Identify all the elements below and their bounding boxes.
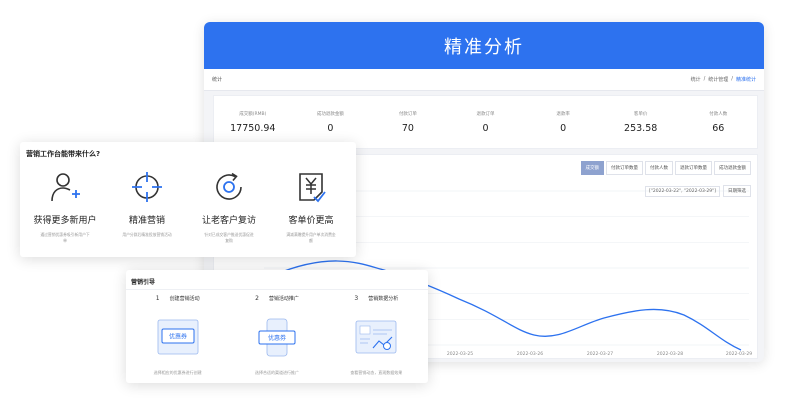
- screenshot-stage: 精准分析 统计 统计 / 统计管理 / 精准统计 成交额(RMB) 17750.…: [0, 0, 788, 407]
- tab-paid-users[interactable]: 付款人数: [645, 161, 673, 175]
- step-desc: 选择合适的渠道进行推广: [254, 370, 299, 375]
- page-title: 精准分析: [204, 22, 764, 69]
- x-tick-label: 2022-03-27: [587, 351, 613, 357]
- breadcrumb: 统计 / 统计管理 / 精准统计: [691, 76, 756, 83]
- breadcrumb-current: 精准统计: [735, 77, 756, 83]
- stat-value: 0: [327, 122, 334, 134]
- step-title[interactable]: 营销活动推广: [269, 295, 299, 302]
- stat-label: 付款人数: [709, 111, 728, 117]
- benefit-order-value: 客单价更高 满减满赠提升用户单次消费金额: [270, 170, 352, 244]
- stats-summary: 成交额(RMB) 17750.94 成功退款金额 0 付款订单 70 退款订单 …: [213, 95, 758, 149]
- benefit-title: 客单价更高: [288, 216, 334, 226]
- step-number: 1: [155, 295, 160, 302]
- stat-label: 客单价: [633, 111, 648, 117]
- metric-tabs: 成交额 付款订单数量 付款人数 退款订单数量 成功退款金额: [580, 161, 751, 175]
- step-header: 3 营销数据分析: [354, 295, 398, 302]
- benefit-title: 获得更多新用户: [33, 216, 97, 226]
- stat-label: 退款率: [556, 111, 570, 117]
- benefits-title: 营销工作台能带来什么?: [26, 150, 101, 158]
- benefit-desc: 满减满赠提升用户单次消费金额: [286, 232, 336, 243]
- step-header: 2 营销活动推广: [255, 295, 299, 302]
- repurchase-icon: [216, 172, 242, 200]
- benefit-desc: 针对已成交客户推送优惠促进复购: [204, 232, 254, 243]
- stat-value: 0: [560, 122, 567, 134]
- benefits-list: 获得更多新用户 通过营销优惠券吸引新用户下单 精准营销 用户分群后精准投放营销活…: [24, 170, 352, 244]
- stat-avg-order: 客单价 253.58: [602, 96, 680, 148]
- guide-step-analyze: 3 营销数据分析 查看营销动态，直观数据效果: [327, 295, 426, 376]
- tab-paid-orders[interactable]: 付款订单数量: [606, 161, 643, 175]
- step-title[interactable]: 创建营销活动: [170, 295, 200, 302]
- guide-title: 营销引导: [131, 279, 156, 286]
- benefits-card: 营销工作台能带来什么? 获得更多新用户 通过营销优惠券吸引新用户下单 精准营销 …: [20, 142, 356, 257]
- add-user-icon: [51, 173, 80, 202]
- step-header: 1 创建营销活动: [156, 295, 200, 302]
- breadcrumb-item[interactable]: 统计: [691, 76, 701, 83]
- divider: [126, 289, 428, 290]
- coupon-illustration: 优惠券: [157, 319, 199, 355]
- stat-value: 253.58: [624, 122, 658, 134]
- stat-refund-orders: 退款订单 0: [447, 96, 525, 148]
- step-number: 3: [354, 295, 359, 302]
- step-desc: 查看营销动态，直观数据效果: [350, 370, 403, 375]
- benefit-desc: 用户分群后精准投放营销活动: [122, 232, 172, 237]
- breadcrumb-separator: /: [731, 76, 733, 82]
- phone-promo-illustration: 优惠券: [258, 318, 296, 357]
- benefit-title: 精准营销: [128, 216, 165, 226]
- stat-paid-users: 付款人数 66: [679, 96, 757, 148]
- stat-label: 成交额(RMB): [239, 111, 267, 117]
- breadcrumb-item[interactable]: 统计管理: [708, 76, 728, 83]
- stat-refund-amount: 成功退款金额 0: [292, 96, 370, 148]
- benefit-repurchase: 让老客户复访 针对已成交客户推送优惠促进复购: [188, 170, 270, 244]
- benefit-new-users: 获得更多新用户 通过营销优惠券吸引新用户下单: [24, 170, 106, 244]
- x-tick-label: 2022-03-25: [447, 351, 473, 357]
- stat-paid-orders: 付款订单 70: [369, 96, 447, 148]
- stat-refund-rate: 退款率 0: [524, 96, 602, 148]
- stat-label: 付款订单: [398, 111, 417, 117]
- step-title[interactable]: 营销数据分析: [368, 295, 398, 302]
- date-filter: ["2022-03-22", "2022-03-29"] 日期筛选: [645, 185, 751, 197]
- tab-refund-amount[interactable]: 成功退款金额: [714, 161, 751, 175]
- stat-value: 17750.94: [230, 122, 276, 134]
- stat-value: 66: [712, 122, 725, 134]
- stat-label: 退款订单: [476, 111, 495, 117]
- target-icon: [132, 172, 162, 202]
- benefit-title: 让老客户复访: [201, 216, 256, 226]
- stat-value: 70: [401, 122, 414, 134]
- benefit-precision: 精准营销 用户分群后精准投放营销活动: [106, 170, 188, 244]
- stat-sales: 成交额(RMB) 17750.94: [214, 96, 292, 148]
- guide-steps: 1 创建营销活动 优惠券 选择相应的优惠券进行创建 2 营销活动推广 优惠券 选…: [128, 295, 426, 376]
- step-number: 2: [255, 295, 259, 302]
- tab-refund-orders[interactable]: 退款订单数量: [675, 161, 712, 175]
- coupon-badge: 优惠券: [268, 334, 286, 342]
- date-filter-button[interactable]: 日期筛选: [723, 185, 751, 197]
- x-tick-label: 2022-03-28: [657, 351, 683, 357]
- price-tag-icon: [299, 173, 326, 203]
- x-tick-label: 2022-03-26: [517, 351, 543, 357]
- coupon-badge: 优惠券: [169, 333, 187, 341]
- guide-step-promote: 2 营销活动推广 优惠券 选择合适的渠道进行推广: [227, 295, 326, 376]
- marketing-guide-card: 营销引导 1 创建营销活动 优惠券 选择相应的优惠券进行创建 2 营销活动推广: [126, 270, 428, 383]
- breadcrumb-bar: 统计 统计 / 统计管理 / 精准统计: [204, 69, 764, 91]
- analytics-illustration: [355, 320, 397, 354]
- tab-sales[interactable]: 成交额: [580, 161, 604, 175]
- guide-step-create: 1 创建营销活动 优惠券 选择相应的优惠券进行创建: [128, 295, 227, 376]
- step-desc: 选择相应的优惠券进行创建: [153, 370, 202, 375]
- date-range-input[interactable]: ["2022-03-22", "2022-03-29"]: [645, 185, 720, 197]
- stat-label: 成功退款金额: [316, 111, 344, 117]
- stat-value: 0: [482, 122, 489, 134]
- section-label: 统计: [212, 77, 223, 83]
- breadcrumb-separator: /: [703, 76, 706, 82]
- benefit-desc: 通过营销优惠券吸引新用户下单: [40, 232, 90, 243]
- x-tick-label: 2022-03-29: [726, 351, 752, 357]
